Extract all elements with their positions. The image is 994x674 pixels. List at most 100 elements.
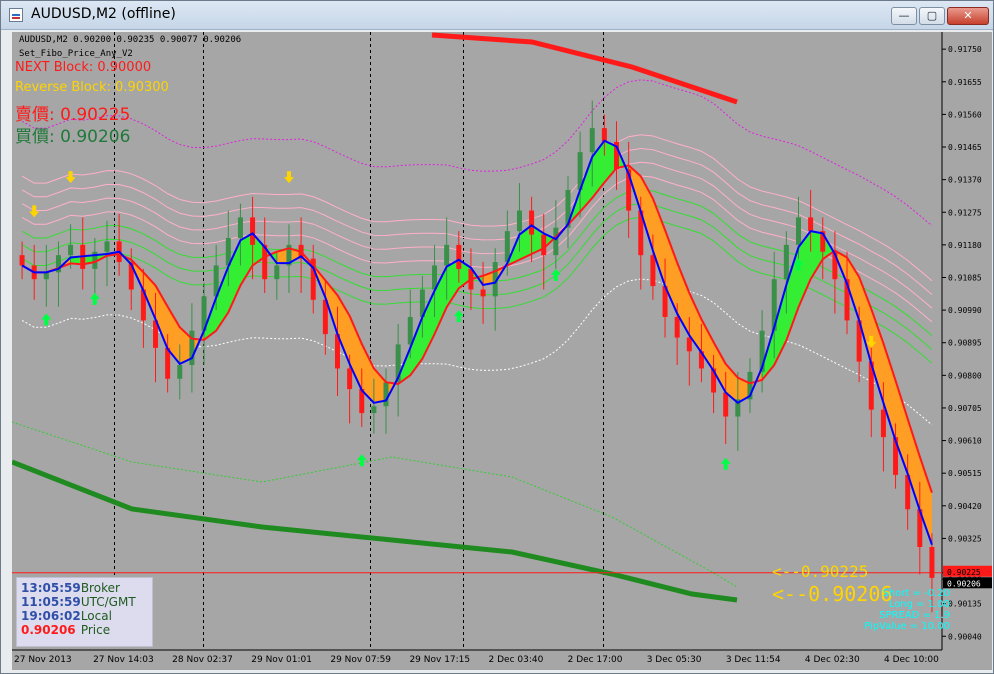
price-tick-label: 0.90420 xyxy=(948,502,982,511)
candle-bear xyxy=(686,337,692,352)
clock-label: Broker xyxy=(80,581,120,595)
candle-bear xyxy=(347,368,353,390)
clock-time: 11:05:59 xyxy=(21,595,81,609)
clock-label: UTC/GMT xyxy=(80,595,136,609)
price-tick-label: 0.90610 xyxy=(948,437,982,446)
price-tick-label: 0.91750 xyxy=(948,45,982,54)
candle-bear xyxy=(480,289,486,297)
info-spread: SPREAD = 1.9 xyxy=(879,610,950,621)
next-block-label: NEXT Block: 0.90000 xyxy=(15,60,152,75)
candle-bull xyxy=(104,241,110,252)
ohlc-header: AUDUSD,M2 0.90200 0.90235 0.90077 0.9020… xyxy=(19,35,242,45)
candle-bull xyxy=(444,244,450,266)
candle-bear xyxy=(723,392,729,417)
minimize-button[interactable]: — xyxy=(891,7,917,25)
terminal-window: AUDUSD,M2 (offline) — ▢ ✕ 0.91750 0.91655… xyxy=(0,0,994,674)
price-tick-label: 0.91465 xyxy=(948,143,982,152)
buy-signal-arrow xyxy=(89,292,100,305)
sell-signal-arrow xyxy=(283,171,294,184)
candle-bear xyxy=(650,255,656,287)
info-short: Short = -0.20 xyxy=(882,588,950,599)
buy-signal-arrow xyxy=(550,268,561,281)
indicator-name: Set_Fibo_Price_Any_V2 xyxy=(19,49,133,59)
candle-bear xyxy=(529,210,535,235)
candle-bull xyxy=(589,128,595,153)
price-tick-label: 0.90135 xyxy=(948,600,982,609)
clock-label: Local xyxy=(80,609,112,623)
clock-time: 0.90206 xyxy=(21,623,76,637)
red-trend-line xyxy=(431,32,738,105)
clock-row-price: 0.90206 Price xyxy=(21,623,110,637)
buy-signal-arrow xyxy=(356,454,367,467)
candle-bear xyxy=(456,244,462,269)
sell-signal-arrow xyxy=(65,171,76,184)
candle-bull xyxy=(177,365,183,379)
buy-signal-arrow xyxy=(41,313,52,326)
sell-signal-arrow xyxy=(29,205,40,218)
candle-bull xyxy=(783,244,789,280)
price-tick-label: 0.91655 xyxy=(948,78,982,87)
magenta-dotted-line xyxy=(21,79,933,227)
buy-price-label: 買價: 0.90206 xyxy=(15,127,131,147)
time-tick-label: 3 Dec 11:54 xyxy=(726,655,781,665)
price-tick-label: 0.91275 xyxy=(948,208,982,217)
candle-bear xyxy=(541,234,547,256)
candle-bull xyxy=(383,382,389,407)
candle-bull xyxy=(516,210,522,232)
time-tick-label: 29 Nov 17:15 xyxy=(409,655,470,665)
time-tick-label: 27 Nov 2013 xyxy=(14,655,72,665)
clock-row-broker: 13:05:59 Broker xyxy=(21,581,120,595)
candle-bull xyxy=(407,316,413,345)
chart-window-icon xyxy=(9,8,23,22)
candle-bull xyxy=(43,272,49,280)
price-tick-label: 0.90515 xyxy=(948,469,982,478)
price-tick-label: 0.91180 xyxy=(948,241,982,250)
candle-bear xyxy=(674,316,680,338)
time-tick-label: 27 Nov 14:03 xyxy=(93,655,154,665)
clock-time: 13:05:59 xyxy=(21,581,81,595)
price-tick-label: 0.90325 xyxy=(948,534,982,543)
time-tick-label: 2 Dec 17:00 xyxy=(568,655,623,665)
time-tick-label: 3 Dec 05:30 xyxy=(647,655,702,665)
time-tick-label: 4 Dec 10:00 xyxy=(884,655,939,665)
price-chart[interactable]: 0.91750 0.91655 0.91560 0.91465 0.91370 0.912… xyxy=(12,32,992,670)
title-bar[interactable]: AUDUSD,M2 (offline) — ▢ ✕ xyxy=(1,1,993,30)
candle-bull xyxy=(68,244,74,256)
price-tick-label: 0.91085 xyxy=(948,273,982,282)
maximize-button[interactable]: ▢ xyxy=(919,7,945,25)
price-tick-label: 0.90800 xyxy=(948,371,982,380)
candle-bull xyxy=(237,217,243,238)
candle-bear xyxy=(929,547,935,578)
time-tick-label: 2 Dec 03:40 xyxy=(489,655,544,665)
reverse-block-label: Reverse Block: 0.90300 xyxy=(15,80,169,95)
time-tick-label: 4 Dec 02:30 xyxy=(805,655,860,665)
candle-bear xyxy=(250,217,256,245)
clock-time: 19:06:02 xyxy=(21,609,81,623)
candle-bear xyxy=(808,217,814,232)
price-tick-label: 0.90040 xyxy=(948,632,982,641)
buy-signal-arrow xyxy=(720,457,731,470)
time-tick-label: 29 Nov 07:59 xyxy=(330,655,391,665)
candle-bear xyxy=(19,255,25,266)
candle-bull xyxy=(553,227,559,256)
candle-bull xyxy=(795,217,801,245)
clock-label: Price xyxy=(80,623,111,637)
clock-panel: 13:05:59 Broker 11:05:59 UTC/GMT 19:06:0… xyxy=(16,577,153,647)
clock-row-utc: 11:05:59 UTC/GMT xyxy=(21,595,136,609)
info-block: Short = -0.20 Long = 1.00 SPREAD = 1.9 P… xyxy=(832,588,950,632)
info-long: Long = 1.00 xyxy=(888,599,950,610)
close-button[interactable]: ✕ xyxy=(947,7,989,25)
price-tick-label: 0.91370 xyxy=(948,176,982,185)
candle-bull xyxy=(274,265,280,280)
price-tick-label: 0.91560 xyxy=(948,110,982,119)
ask-quote-label: <--0.90225 xyxy=(772,562,869,581)
price-tick-label: 0.90895 xyxy=(948,339,982,348)
bid-price-tag-label: 0.90206 xyxy=(947,579,981,588)
candle-bull xyxy=(371,406,377,414)
ask-price-tag-label: 0.90225 xyxy=(947,568,981,577)
price-tick-label: 0.90705 xyxy=(948,404,982,413)
clock-row-local: 19:06:02 Local xyxy=(21,609,112,623)
price-tick-label: 0.90990 xyxy=(948,306,982,315)
time-tick-label: 28 Nov 02:37 xyxy=(172,655,233,665)
candle-bear xyxy=(880,409,886,438)
